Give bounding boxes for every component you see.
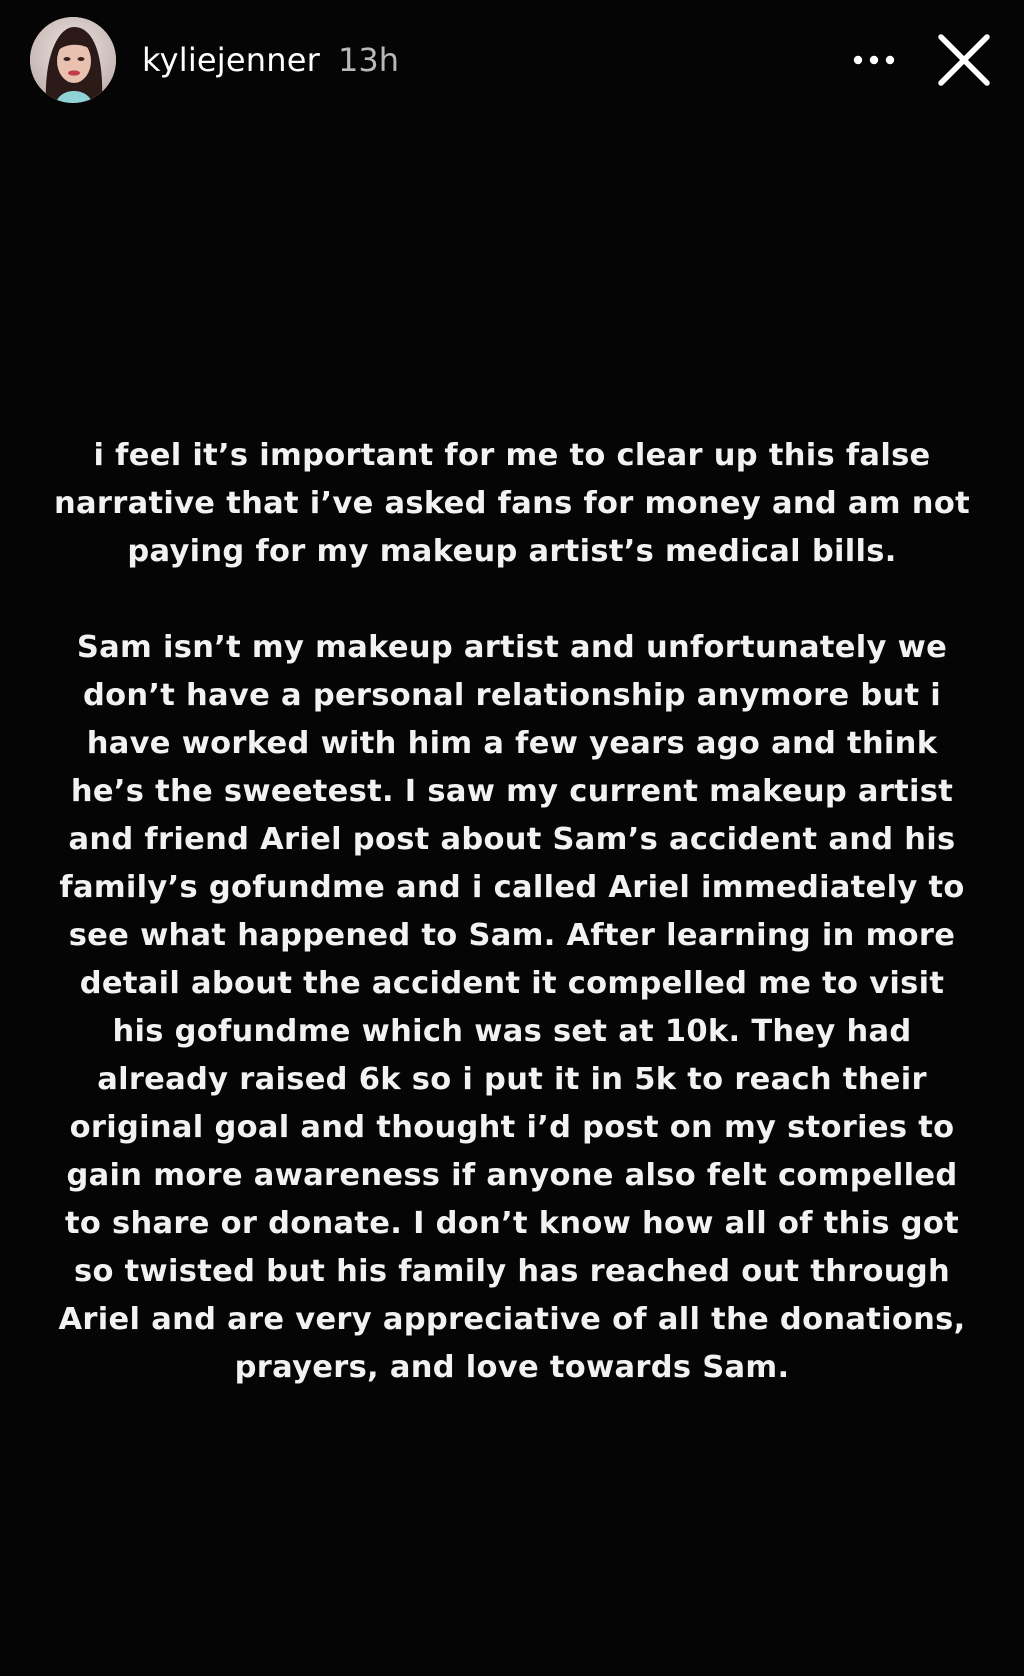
story-text-line: see what happened to Sam. After learning… xyxy=(68,918,956,953)
more-options-button[interactable] xyxy=(842,28,906,92)
story-text-line: have worked with him a few years ago and… xyxy=(86,726,938,761)
story-text-line: Sam isn’t my makeup artist and unfortuna… xyxy=(76,630,948,665)
story-text-line: original goal and thought i’d post on my… xyxy=(69,1110,955,1145)
story-text-line: narrative that i’ve asked fans for money… xyxy=(54,486,970,521)
story-text: i feel it’s important for me to clear up… xyxy=(38,432,986,1392)
story-viewer: kyliejenner 13h i feel it’s important fo… xyxy=(0,0,1024,1676)
story-text-line: to share or donate. I don’t know how all… xyxy=(64,1206,959,1241)
story-text-line: paying for my makeup artist’s medical bi… xyxy=(127,534,897,569)
story-text-line: family’s gofundme and i called Ariel imm… xyxy=(59,870,965,905)
story-text-line: prayers, and love towards Sam. xyxy=(234,1350,790,1385)
story-text-line: gain more awareness if anyone also felt … xyxy=(66,1158,958,1193)
story-text-line: detail about the accident it compelled m… xyxy=(79,966,945,1001)
post-timestamp: 13h xyxy=(337,41,399,79)
story-text-line: i feel it’s important for me to clear up… xyxy=(93,438,931,473)
story-text-line: already raised 6k so i put it in 5k to r… xyxy=(97,1062,927,1097)
story-text-line: his gofundme which was set at 10k. They … xyxy=(112,1014,912,1049)
story-text-line: he’s the sweetest. I saw my current make… xyxy=(70,774,954,809)
close-button[interactable] xyxy=(932,28,996,92)
story-text-line: and friend Ariel post about Sam’s accide… xyxy=(68,822,956,857)
avatar[interactable] xyxy=(30,17,116,103)
more-horizontal-icon xyxy=(853,55,895,65)
story-header: kyliejenner 13h xyxy=(30,14,996,106)
close-icon xyxy=(938,34,990,86)
story-text-line: Ariel and are very appreciative of all t… xyxy=(58,1302,966,1337)
username[interactable]: kyliejenner xyxy=(142,40,320,80)
story-text-line: don’t have a personal relationship anymo… xyxy=(82,678,942,713)
profile-photo-icon xyxy=(30,17,116,103)
story-text-line: so twisted but his family has reached ou… xyxy=(74,1254,950,1289)
